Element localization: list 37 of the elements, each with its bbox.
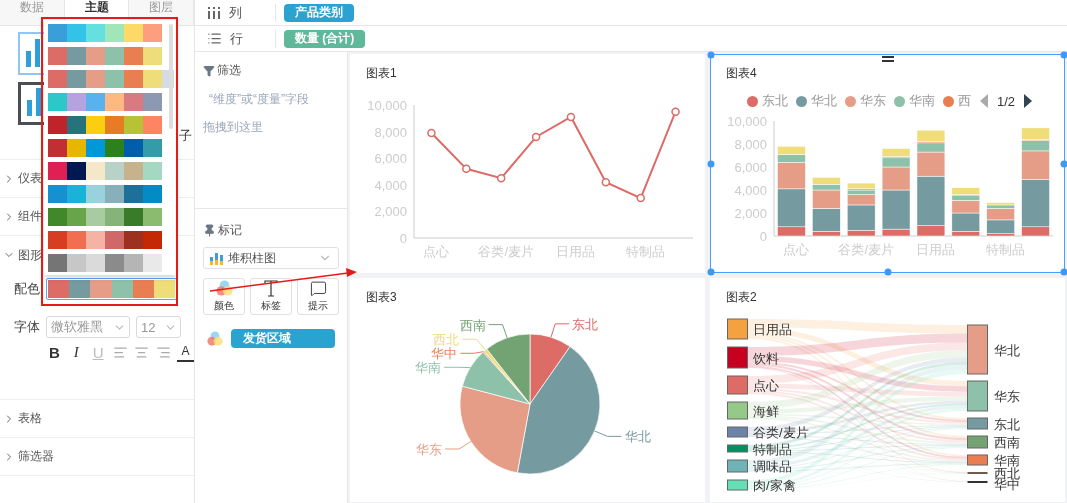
select-value: 堆积柱图 — [228, 249, 276, 267]
shelf-label: 列 — [229, 3, 242, 22]
field-label: 字体 — [14, 318, 40, 336]
node-label: 华南 — [994, 453, 1020, 468]
node-label: 华北 — [994, 342, 1020, 358]
node-label: 东北 — [994, 416, 1020, 432]
slice-label: 华南 — [415, 360, 442, 376]
slice-label: 西南 — [459, 317, 486, 333]
node-label: 日用品 — [753, 322, 792, 337]
theme-text: 子 — [179, 127, 192, 145]
node-label: 谷类/麦片 — [753, 425, 809, 440]
chart-title: 图表2 — [726, 290, 757, 304]
slice-label: 华中 — [431, 346, 458, 362]
node-label: 西南 — [994, 435, 1020, 450]
node-label: 肉/家禽 — [753, 478, 796, 493]
section-title: 标记 — [218, 222, 242, 239]
node-label: 点心 — [753, 378, 779, 393]
node-label: 调味品 — [753, 459, 792, 474]
shelf-label: 行 — [230, 29, 243, 48]
node-label: 海鲜 — [753, 403, 779, 419]
page-indicator: 1/2 — [997, 93, 1016, 109]
slice-label: 华北 — [624, 429, 651, 445]
field-label: 配色 — [14, 280, 40, 298]
node-label: 饮料 — [753, 350, 779, 366]
chart-title: 图表3 — [366, 290, 397, 304]
slice-label: 东北 — [572, 316, 599, 332]
chart-title: 图表1 — [366, 66, 397, 80]
select-value: 12 — [141, 319, 156, 335]
select-value: 微软雅黑 — [51, 318, 103, 336]
chart-title: 图表4 — [726, 66, 757, 80]
slice-label: 西北 — [433, 332, 460, 348]
node-label: 西北 — [994, 466, 1020, 481]
node-label: 特制品 — [753, 441, 792, 457]
node-label: 华东 — [994, 389, 1020, 404]
section-title: 筛选 — [217, 62, 241, 79]
drop-hint: “维度”或“度量”字段拖拽到这里 — [203, 91, 310, 136]
slice-label: 华东 — [416, 442, 443, 457]
